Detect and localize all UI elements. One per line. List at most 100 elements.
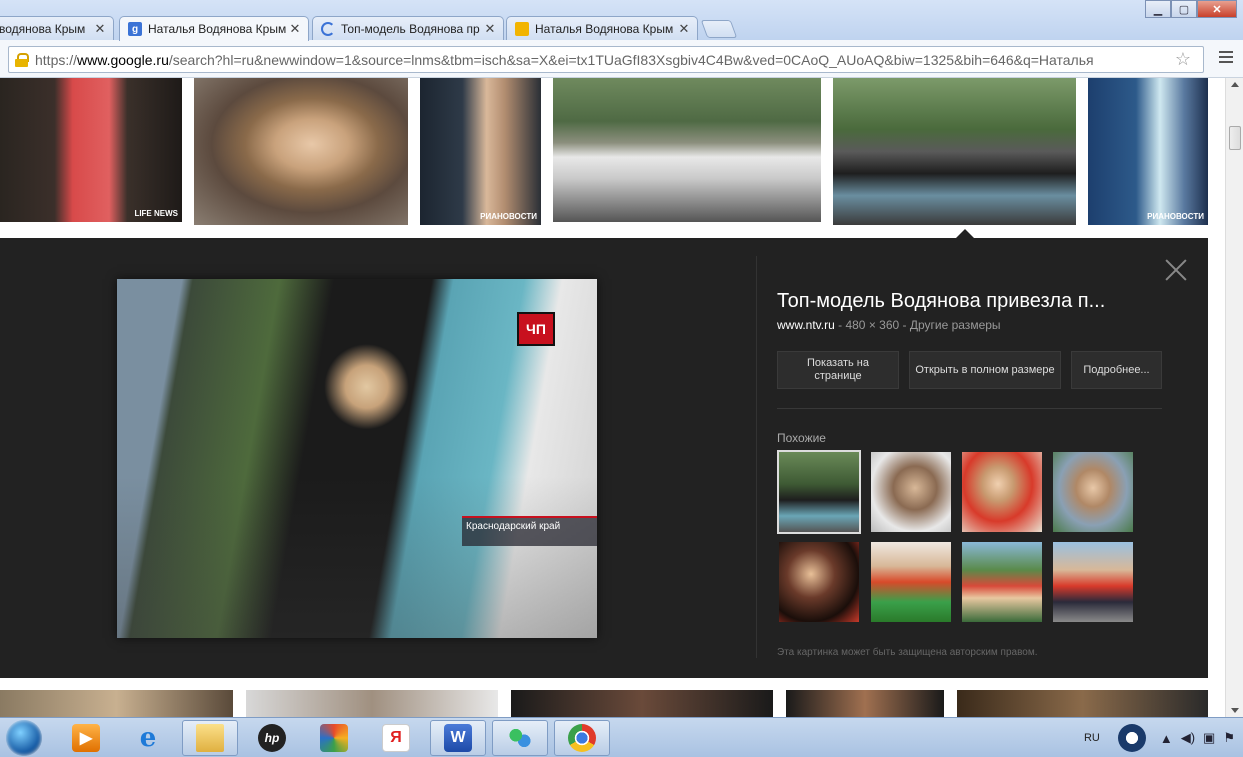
result-thumbnail[interactable]: [0, 690, 233, 717]
ntv-chp-badge: ЧП: [517, 312, 555, 346]
lock-icon[interactable]: [15, 52, 29, 67]
hp-button[interactable]: hp: [244, 720, 300, 756]
address-bar[interactable]: https://www.google.ru/search?hl=ru&newwi…: [8, 46, 1204, 73]
yandex-icon: Я: [382, 724, 410, 752]
result-thumbnail[interactable]: LIFE NEWS: [0, 78, 182, 222]
rianovosti-watermark: РИАНОВОСТИ: [480, 212, 537, 221]
location-caption: Краснодарский край: [462, 516, 597, 546]
bookmark-favicon-icon: [515, 21, 529, 36]
messenger-button[interactable]: [492, 720, 548, 756]
system-tray: RU ▲ ◀) ▣ ⚑: [1084, 718, 1243, 757]
scroll-up-arrow-icon[interactable]: [1231, 82, 1239, 87]
close-icon[interactable]: ✕: [288, 21, 302, 37]
view-full-size-button[interactable]: Открыть в полном размере: [909, 351, 1061, 389]
similar-image-thumbnail[interactable]: [779, 542, 859, 622]
panel-divider: [756, 256, 757, 658]
similar-image-thumbnail[interactable]: [777, 450, 861, 534]
maximize-button[interactable]: ▢: [1171, 0, 1197, 18]
similar-image-thumbnail[interactable]: [871, 452, 951, 532]
badge-label: ЧП: [526, 321, 546, 337]
close-icon[interactable]: [1164, 258, 1188, 282]
windows-taskbar: ▶ e hp Я W RU ▲ ◀) ▣ ⚑: [0, 717, 1243, 757]
word-button[interactable]: W: [430, 720, 486, 756]
result-thumbnail[interactable]: [246, 690, 498, 717]
window-close-button[interactable]: ✕: [1197, 0, 1237, 18]
copyright-notice: Эта картинка может быть защищена авторск…: [777, 647, 1038, 658]
result-thumbnail[interactable]: РИАНОВОСТИ: [1088, 78, 1208, 225]
scroll-thumb[interactable]: [1229, 126, 1241, 150]
media-player-icon: ▶: [72, 724, 100, 752]
preview-title[interactable]: Топ-модель Водянова привезла п...: [777, 290, 1167, 313]
new-tab-button[interactable]: [700, 20, 738, 38]
action-center-flag-icon[interactable]: ⚑: [1223, 730, 1235, 746]
url-path: /search?hl=ru&newwindow=1&source=lnms&tb…: [168, 51, 1094, 68]
show-hidden-icons-icon[interactable]: ▲: [1160, 731, 1173, 746]
bookmark-star-icon[interactable]: ☆: [1175, 49, 1191, 70]
yandex-button[interactable]: Я: [368, 720, 424, 756]
separator: [777, 408, 1162, 409]
image-size-meta[interactable]: - 480 × 360 - Другие размеры: [835, 318, 1000, 332]
similar-images-label: Похожие: [777, 431, 826, 445]
result-thumbnail[interactable]: [194, 78, 408, 225]
similar-image-thumbnail[interactable]: [1053, 542, 1133, 622]
result-thumbnail[interactable]: РИАНОВОСТИ: [420, 78, 541, 225]
contacts-icon: [506, 724, 534, 752]
url-scheme: https://: [35, 51, 78, 68]
folder-icon: [196, 724, 224, 752]
browser-tab-strip: водянова Крым ✕ g Наталья Водянова Крым …: [0, 0, 1243, 41]
result-thumbnail[interactable]: [553, 78, 821, 222]
hp-icon: hp: [258, 724, 286, 752]
chrome-icon: [568, 724, 596, 752]
result-thumbnail[interactable]: [786, 690, 944, 717]
tab-title: Наталья Водянова Крым: [535, 21, 674, 36]
media-player-button[interactable]: ▶: [58, 720, 114, 756]
scroll-down-arrow-icon[interactable]: [1231, 708, 1239, 713]
location-label: Краснодарский край: [466, 521, 561, 532]
tab-4[interactable]: Наталья Водянова Крым ✕: [506, 16, 698, 40]
tab-3[interactable]: Топ-модель Водянова пр ✕: [312, 16, 504, 40]
toolbar: https://www.google.ru/search?hl=ru&newwi…: [0, 40, 1243, 78]
similar-image-thumbnail[interactable]: [962, 452, 1042, 532]
volume-icon[interactable]: ◀): [1181, 730, 1195, 746]
minimize-button[interactable]: ▁: [1145, 0, 1171, 18]
visit-page-button[interactable]: Показать на странице: [777, 351, 899, 389]
tab-title: Топ-модель Водянова пр: [341, 21, 480, 36]
menu-icon[interactable]: [1219, 51, 1233, 63]
more-details-button[interactable]: Подробнее...: [1071, 351, 1162, 389]
url-host: www.google.ru: [77, 51, 169, 68]
window-controls: ▁ ▢ ✕: [1145, 0, 1237, 18]
result-thumbnail[interactable]: [511, 690, 773, 717]
rianovosti-watermark: РИАНОВОСТИ: [1147, 212, 1204, 221]
image-search-results: LIFE NEWS РИАНОВОСТИ РИАНОВОСТИ ЧП Красн…: [0, 78, 1225, 717]
loading-favicon-icon: [321, 21, 335, 36]
close-icon[interactable]: ✕: [677, 21, 691, 37]
preview-image[interactable]: ЧП Краснодарский край: [117, 279, 597, 638]
selection-caret: [956, 229, 974, 238]
network-icon[interactable]: ▣: [1203, 730, 1215, 746]
tab-2[interactable]: g Наталья Водянова Крым ✕: [119, 16, 309, 41]
language-indicator[interactable]: RU: [1084, 732, 1100, 744]
result-thumbnail[interactable]: [957, 690, 1208, 717]
page-scrollbar[interactable]: [1225, 78, 1243, 717]
preview-meta: www.ntv.ru - 480 × 360 - Другие размеры: [777, 318, 1001, 332]
chrome-button[interactable]: [554, 720, 610, 756]
lifenews-watermark: LIFE NEWS: [134, 209, 178, 218]
internet-explorer-icon: e: [139, 723, 157, 753]
tab-1[interactable]: водянова Крым ✕: [0, 16, 114, 40]
similar-image-thumbnail[interactable]: [962, 542, 1042, 622]
internet-explorer-button[interactable]: e: [120, 720, 176, 756]
similar-image-thumbnail[interactable]: [1053, 452, 1133, 532]
source-host[interactable]: www.ntv.ru: [777, 318, 835, 332]
similar-image-thumbnail[interactable]: [871, 542, 951, 622]
tab-title: водянова Крым: [0, 21, 86, 36]
photo-app-icon: [320, 724, 348, 752]
image-preview-panel: ЧП Краснодарский край Топ-модель Водянов…: [0, 238, 1208, 678]
close-icon[interactable]: ✕: [93, 21, 107, 37]
photo-app-button[interactable]: [306, 720, 362, 756]
start-button[interactable]: [6, 720, 42, 756]
word-icon: W: [444, 724, 472, 752]
explorer-button[interactable]: [182, 720, 238, 756]
result-thumbnail[interactable]: [833, 78, 1076, 225]
close-icon[interactable]: ✕: [483, 21, 497, 37]
app-tray-icon[interactable]: [1117, 724, 1146, 752]
